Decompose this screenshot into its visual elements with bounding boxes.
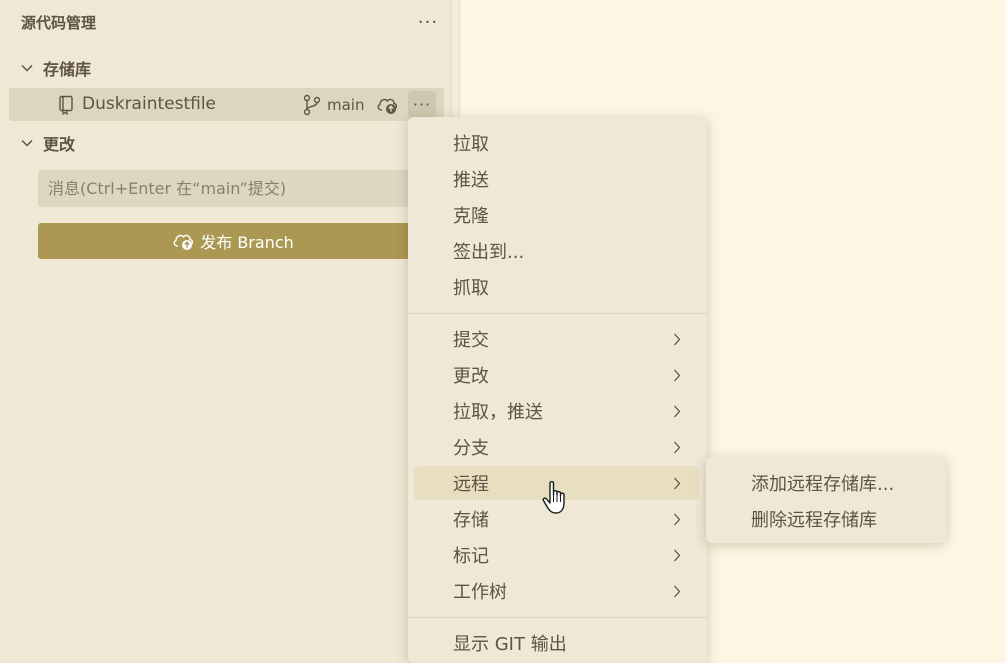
chevron-down-icon [21, 64, 33, 72]
source-control-sidebar: 源代码管理 ··· 存储库 Duskraintestfile main ··· [0, 0, 452, 663]
menu-item-worktree[interactable]: 工作树 [414, 574, 699, 608]
menu-item-label: 拉取，推送 [453, 402, 543, 423]
commit-message-input[interactable] [38, 170, 428, 207]
menu-item-label: 提交 [453, 330, 489, 351]
repo-icon [59, 95, 73, 115]
menu-item-fetch[interactable]: 抓取 [414, 270, 699, 304]
menu-item-pull[interactable]: 拉取 [414, 126, 699, 160]
context-menu: 拉取 推送 克隆 签出到... 抓取 提交 更改 拉取，推送 分支 远程 存储 … [408, 117, 707, 663]
menu-item-pull-push[interactable]: 拉取，推送 [414, 394, 699, 428]
menu-item-clone[interactable]: 克隆 [414, 198, 699, 232]
repository-row[interactable]: Duskraintestfile main ··· [9, 88, 444, 121]
chevron-right-icon [674, 585, 681, 598]
menu-item-label: 删除远程存储库 [751, 510, 877, 531]
menu-item-label: 显示 GIT 输出 [453, 634, 567, 655]
remote-submenu: 添加远程存储库... 删除远程存储库 [706, 457, 946, 543]
section-changes[interactable]: 更改 [0, 129, 452, 157]
sidebar-header: 源代码管理 ··· [0, 0, 452, 44]
section-repositories[interactable]: 存储库 [0, 54, 452, 82]
publish-branch-button[interactable]: 发布 Branch [38, 223, 428, 259]
menu-item-push[interactable]: 推送 [414, 162, 699, 196]
menu-separator [408, 617, 707, 618]
menu-item-branch[interactable]: 分支 [414, 430, 699, 464]
menu-item-label: 克隆 [453, 206, 489, 227]
menu-item-label: 拉取 [453, 134, 489, 155]
cloud-upload-icon [173, 234, 194, 250]
ellipsis-icon[interactable]: ··· [408, 91, 436, 118]
chevron-down-icon [21, 139, 33, 147]
menu-item-show-git-output[interactable]: 显示 GIT 输出 [414, 626, 699, 660]
submenu-item-remove-remote[interactable]: 删除远程存储库 [712, 502, 940, 536]
hand-pointer-icon [542, 480, 565, 514]
branch-name[interactable]: main [327, 96, 364, 114]
menu-item-checkout[interactable]: 签出到... [414, 234, 699, 268]
repo-name: Duskraintestfile [82, 94, 217, 114]
menu-item-tags[interactable]: 标记 [414, 538, 699, 572]
chevron-right-icon [674, 405, 681, 418]
menu-item-label: 存储 [453, 510, 489, 531]
menu-item-label: 标记 [453, 546, 489, 567]
menu-item-label: 更改 [453, 366, 489, 387]
menu-separator [408, 313, 707, 314]
submenu-item-add-remote[interactable]: 添加远程存储库... [712, 466, 940, 500]
chevron-right-icon [674, 513, 681, 526]
ellipsis-icon[interactable]: ··· [416, 10, 440, 34]
menu-item-label: 推送 [453, 170, 489, 191]
menu-item-label: 分支 [453, 438, 489, 459]
section-changes-label: 更改 [43, 135, 76, 154]
branch-icon[interactable] [302, 94, 322, 116]
menu-item-label: 添加远程存储库... [751, 474, 895, 495]
menu-item-changes[interactable]: 更改 [414, 358, 699, 392]
sidebar-title: 源代码管理 [21, 13, 97, 32]
chevron-right-icon [674, 333, 681, 346]
chevron-right-icon [674, 549, 681, 562]
menu-item-commit[interactable]: 提交 [414, 322, 699, 356]
chevron-right-icon [674, 369, 681, 382]
menu-item-label: 远程 [453, 474, 489, 495]
chevron-right-icon [674, 441, 681, 454]
publish-branch-label: 发布 Branch [200, 233, 294, 252]
menu-item-label: 工作树 [453, 582, 507, 603]
chevron-right-icon [674, 477, 681, 490]
section-repositories-label: 存储库 [43, 60, 92, 79]
menu-item-label: 抓取 [453, 278, 489, 299]
cloud-upload-icon[interactable] [376, 95, 400, 115]
menu-item-label: 签出到... [453, 242, 525, 263]
